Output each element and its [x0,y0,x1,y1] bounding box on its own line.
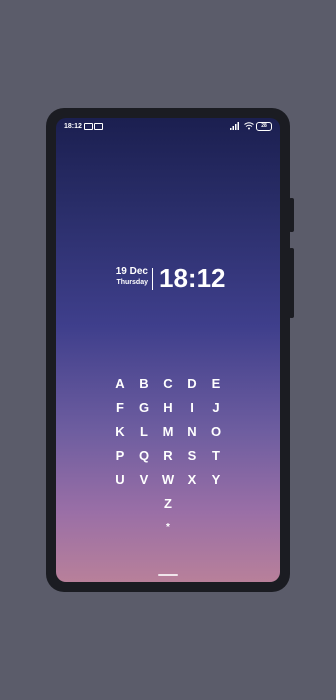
key-p[interactable]: P [111,446,129,466]
key-s[interactable]: S [183,446,201,466]
volume-button [289,198,294,232]
key-v[interactable]: V [135,470,153,490]
key-u[interactable]: U [111,470,129,490]
date-day: 19 Dec [115,266,148,277]
message-icon [84,123,93,130]
battery-icon: 28 [256,122,272,131]
key-m[interactable]: M [159,422,177,442]
key-z[interactable]: Z [159,494,177,514]
wifi-icon [244,122,254,130]
phone-frame: 18:12 28 19 Dec Thursday 18:12 A B C D E… [46,108,294,592]
status-bar: 18:12 28 [56,118,280,136]
key-g[interactable]: G [135,398,153,418]
key-t[interactable]: T [207,446,225,466]
clock-divider [152,268,153,290]
lock-screen: 18:12 28 19 Dec Thursday 18:12 A B C D E… [56,118,280,582]
message-icon [94,123,103,130]
key-e[interactable]: E [207,374,225,394]
home-indicator[interactable] [158,574,178,576]
signal-icon [230,122,239,130]
key-q[interactable]: Q [135,446,153,466]
keypad-row: PQRST [56,446,280,466]
key-w[interactable]: W [159,470,177,490]
keypad-row: ABCDE [56,374,280,394]
keypad-row: UVWXY [56,470,280,490]
power-button [289,248,294,318]
key-n[interactable]: N [183,422,201,442]
key-a[interactable]: A [111,374,129,394]
key-y[interactable]: Y [207,470,225,490]
key-f[interactable]: F [111,398,129,418]
key-o[interactable]: O [207,422,225,442]
keypad-row: Z [56,494,280,514]
key-x[interactable]: X [183,470,201,490]
weekday: Thursday [116,279,148,286]
key-j[interactable]: J [207,398,225,418]
status-time: 18:12 [64,123,82,130]
keypad-row: FGHIJ [56,398,280,418]
key-b[interactable]: B [135,374,153,394]
key-h[interactable]: H [159,398,177,418]
key-d[interactable]: D [183,374,201,394]
key-k[interactable]: K [111,422,129,442]
key-i[interactable]: I [183,398,201,418]
key-c[interactable]: C [159,374,177,394]
date-block: 19 Dec Thursday [104,266,148,288]
key-l[interactable]: L [135,422,153,442]
clock-time: 18:12 [159,263,226,293]
key-r[interactable]: R [159,446,177,466]
keypad-row: * [56,518,280,538]
keypad-row: KLMNO [56,422,280,442]
key-star[interactable]: * [159,518,177,538]
clock-widget: 19 Dec Thursday 18:12 [56,263,280,293]
